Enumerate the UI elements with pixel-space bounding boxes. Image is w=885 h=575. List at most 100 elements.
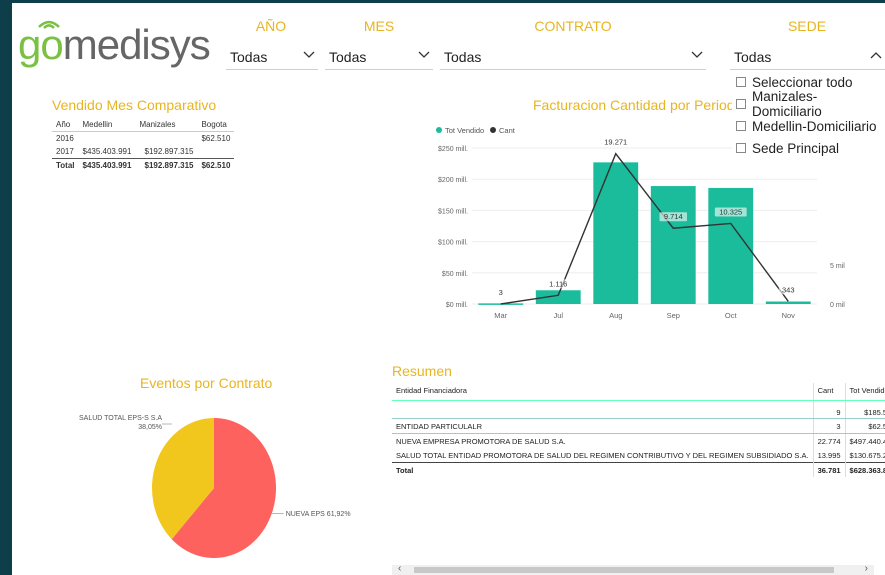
ano-dropdown[interactable]: Todas: [226, 44, 318, 70]
table-cell: 2017: [56, 147, 74, 156]
table-cell: ENTIDAD PARTICULALR: [392, 418, 814, 434]
table-cell: $497.440.495: [844, 433, 885, 448]
y-tick-label: $200 mill.: [438, 177, 468, 184]
column-header[interactable]: Bogota: [197, 118, 235, 132]
column-header[interactable]: Entidad Financiadora: [392, 383, 814, 401]
table-row: 9 $185.527: [392, 400, 885, 419]
table-cell: $435.403.991: [78, 158, 136, 172]
filter-title-sede: SEDE: [787, 18, 827, 34]
checkbox-icon: [736, 121, 746, 131]
column-header[interactable]: Tot Vendido: [844, 383, 885, 401]
logo-text: medisys: [62, 21, 211, 68]
table-cell: Total: [392, 462, 814, 477]
table-cell: $62.510: [197, 158, 235, 172]
facturacion-title: Facturacion Cantidad por Periodo: [533, 97, 743, 113]
bar: [708, 187, 754, 304]
scrollbar-thumb[interactable]: [414, 567, 834, 573]
y-tick-label: $100 mill.: [438, 240, 468, 247]
contrato-dropdown[interactable]: Todas: [440, 44, 706, 70]
x-tick-label: Sep: [667, 311, 680, 320]
table-cell: $62.510: [844, 418, 885, 434]
scroll-left-icon[interactable]: ‹: [398, 563, 401, 574]
table-cell: $62.510: [201, 134, 231, 143]
legend-label: Tot Vendido: [445, 126, 484, 135]
sede-option-label: Seleccionar todo: [752, 74, 853, 90]
mes-dropdown[interactable]: Todas: [325, 44, 433, 70]
vendido-table: Año Medellin Manizales Bogota 2016 $62.5…: [52, 118, 235, 172]
table-cell: 9: [812, 400, 846, 419]
sede-option-principal[interactable]: Sede Principal: [732, 137, 885, 159]
eventos-title: Eventos por Contrato: [140, 375, 273, 391]
chevron-down-icon: [303, 51, 315, 58]
y-tick-label: $0 mill.: [446, 302, 468, 309]
table-total-row: Total $435.403.991 $192.897.315 $62.510: [52, 158, 235, 172]
bar: [765, 301, 811, 304]
data-label: 10.325: [719, 207, 742, 216]
x-tick-label: Mar: [494, 311, 507, 320]
table-cell: [79, 132, 136, 146]
wifi-icon: [38, 20, 60, 29]
sede-option-medellin[interactable]: Medellin-Domiciliario: [732, 115, 885, 137]
table-row: NUEVA EMPRESA PROMOTORA DE SALUD S.A. 22…: [392, 433, 885, 448]
column-header[interactable]: Cant: [812, 383, 846, 401]
x-tick-label: Oct: [725, 311, 738, 320]
filter-title-mes: MES: [363, 18, 395, 34]
vendido-title: Vendido Mes Comparativo: [52, 97, 217, 113]
ano-dropdown-value: Todas: [230, 49, 268, 65]
table-cell: 2016: [56, 134, 74, 143]
chevron-down-icon: [691, 51, 703, 58]
legend-label: Cant: [499, 126, 516, 135]
column-header[interactable]: Manizales: [135, 118, 198, 132]
mes-dropdown-value: Todas: [329, 49, 367, 65]
resumen-table: Entidad Financiadora Cant Tot Vendido 9 …: [392, 383, 885, 477]
y2-tick-label: 0 mil: [830, 302, 845, 309]
sede-dropdown-value: Todas: [734, 49, 772, 65]
chevron-up-icon: [870, 52, 882, 59]
table-cell: Total: [52, 158, 79, 172]
report-canvas: gomedisys AÑO MES CONTRATO SEDE Todas To…: [12, 3, 885, 575]
table-cell: 3: [812, 418, 846, 434]
logo: gomedisys: [18, 20, 211, 71]
checkbox-icon: [736, 143, 746, 153]
table-cell: 22.774: [812, 433, 846, 448]
table-header: Año Medellin Manizales Bogota: [52, 118, 235, 132]
sede-option-label: Sede Principal: [752, 140, 840, 156]
bar: [650, 186, 696, 304]
sede-dropdown[interactable]: Todas: [730, 44, 885, 70]
data-label: 19.271: [604, 138, 627, 147]
data-label: 1.116: [549, 279, 567, 288]
table-cell: [135, 132, 197, 146]
data-label: 9.714: [664, 212, 683, 221]
legend-marker-cant: [490, 127, 496, 133]
checkbox-icon: [736, 99, 746, 109]
table-cell: [392, 400, 814, 419]
column-header[interactable]: Año: [52, 118, 79, 132]
table-cell: [197, 145, 234, 159]
bar: [593, 162, 639, 304]
table-cell: 13.995: [812, 448, 846, 463]
table-cell: $435.403.991: [82, 147, 132, 156]
y2-tick-label: 5 mil: [830, 263, 845, 270]
chevron-down-icon: [418, 51, 430, 58]
resumen-title: Resumen: [392, 363, 452, 379]
y-tick-label: $150 mill.: [438, 208, 468, 215]
contrato-dropdown-value: Todas: [444, 49, 482, 65]
scroll-right-icon[interactable]: ›: [865, 563, 868, 574]
table-row: 2017 $435.403.991 $192.897.315: [52, 145, 234, 159]
table-cell: $185.527: [844, 400, 885, 419]
filter-title-ano: AÑO: [255, 18, 287, 34]
column-header[interactable]: Medellin: [78, 118, 136, 132]
sede-option-manizales[interactable]: Manizales-Domiciliario: [732, 89, 885, 119]
y-tick-label: $250 mill.: [438, 146, 468, 153]
table-cell: 36.781: [812, 462, 846, 477]
eventos-pie-chart: NUEVA EPS 61,92% SALUD TOTAL EPS-S S.A 38,…: [79, 415, 351, 558]
y-tick-label: $50 mill.: [442, 271, 468, 278]
resumen-scrollbar[interactable]: ‹ ›: [392, 563, 874, 575]
table-row: SALUD TOTAL ENTIDAD PROMOTORA DE SALUD D…: [392, 448, 885, 463]
pie-label-percent: 38,05%: [138, 424, 162, 431]
table-row: ENTIDAD PARTICULALR 3 $62.510: [392, 418, 885, 434]
data-label: 343: [782, 285, 795, 294]
data-label: 3: [499, 288, 503, 297]
table-cell: $628.363.816: [844, 462, 885, 477]
x-tick-label: Nov: [782, 311, 796, 320]
